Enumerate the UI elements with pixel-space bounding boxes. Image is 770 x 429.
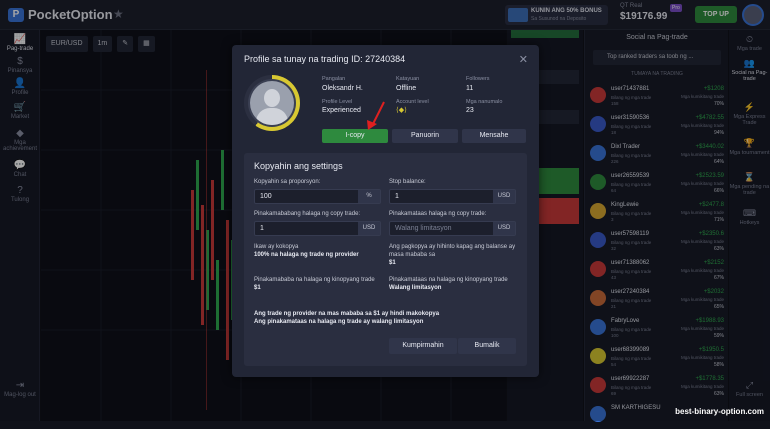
modal-title: Profile sa tunay na trading ID: 27240384	[244, 54, 405, 64]
confirm-button[interactable]: Kumpirmahin	[389, 338, 457, 354]
trader-name: Oleksandr H.	[322, 85, 363, 92]
close-icon[interactable]: ✕	[519, 53, 528, 66]
tab-message[interactable]: Mensahe	[462, 129, 526, 143]
profile-level: Experienced	[322, 107, 361, 114]
copy-settings: Kopyahin ang settings Kopyahin sa propor…	[244, 153, 527, 366]
followers-count: 11	[466, 85, 473, 92]
tab-watch[interactable]: Panuorin	[392, 129, 458, 143]
wins-count: 23	[466, 107, 474, 114]
profile-avatar	[244, 75, 300, 131]
stop-balance-input[interactable]: 1USD	[389, 189, 516, 204]
ratio-input[interactable]: 100%	[254, 189, 381, 204]
account-level-icon: ⟨◆⟩	[396, 106, 407, 114]
back-button[interactable]: Bumalik	[458, 338, 516, 354]
settings-title: Kopyahin ang settings	[254, 161, 343, 171]
min-trade-input[interactable]: 1USD	[254, 221, 381, 236]
max-trade-input[interactable]: Walang limitasyonUSD	[389, 221, 516, 236]
red-arrow-annotation	[364, 100, 390, 132]
profile-modal: Profile sa tunay na trading ID: 27240384…	[232, 45, 539, 377]
trader-status: Offline	[396, 85, 416, 92]
watermark: best-binary-option.com	[675, 407, 764, 416]
